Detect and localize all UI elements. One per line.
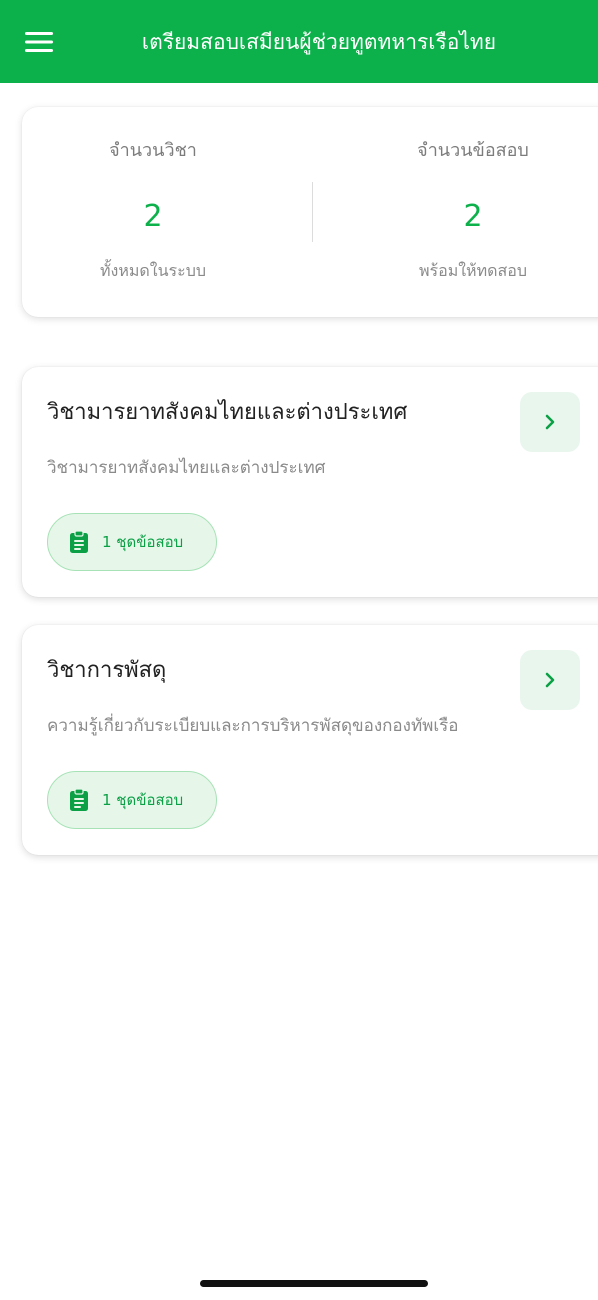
exam-count-label: 1 ชุดข้อสอบ xyxy=(102,791,184,809)
subject-card[interactable]: วิชามารยาทสังคมไทยและต่างประเทศ วิชามารย… xyxy=(22,367,598,597)
exam-count-label: 1 ชุดข้อสอบ xyxy=(102,533,184,551)
app-title: เตรียมสอบเสมียนผู้ช่วยทูตทหารเรือไทย xyxy=(141,30,497,54)
exam-count-badge: 1 ชุดข้อสอบ xyxy=(47,513,217,571)
open-subject-button[interactable] xyxy=(520,392,580,452)
stats-card: จำนวนวิชา 2 ทั้งหมดในระบบ จำนวนข้อสอบ 2 … xyxy=(22,107,598,317)
exam-count-badge: 1 ชุดข้อสอบ xyxy=(47,771,217,829)
subject-description: ความรู้เกี่ยวกับระเบียบและการบริหารพัสดุ… xyxy=(47,716,459,736)
open-subject-button[interactable] xyxy=(520,650,580,710)
stat-exams-label: จำนวนข้อสอบ xyxy=(417,140,529,161)
clipboard-icon xyxy=(68,530,90,554)
stat-subjects: จำนวนวิชา 2 ทั้งหมดในระบบ xyxy=(28,107,278,317)
stat-exams-caption: พร้อมให้ทดสอบ xyxy=(418,261,528,280)
home-indicator[interactable] xyxy=(200,1280,428,1287)
stats-divider xyxy=(312,182,313,242)
chevron-right-icon xyxy=(545,672,555,688)
app-bar: เตรียมสอบเสมียนผู้ช่วยทูตทหารเรือไทย xyxy=(0,0,598,83)
stat-exams-value: 2 xyxy=(463,199,483,234)
stat-subjects-caption: ทั้งหมดในระบบ xyxy=(99,261,207,280)
clipboard-icon xyxy=(68,788,90,812)
menu-button[interactable] xyxy=(22,28,56,56)
subject-title: วิชาการพัสดุ xyxy=(47,658,167,683)
subject-description: วิชามารยาทสังคมไทยและต่างประเทศ xyxy=(47,458,326,478)
chevron-right-icon xyxy=(545,414,555,430)
hamburger-menu-icon xyxy=(25,32,53,52)
stat-subjects-label: จำนวนวิชา xyxy=(109,140,197,161)
stat-subjects-value: 2 xyxy=(143,199,163,234)
subject-title: วิชามารยาทสังคมไทยและต่างประเทศ xyxy=(47,400,408,425)
app-screen: เตรียมสอบเสมียนผู้ช่วยทูตทหารเรือไทย จำน… xyxy=(0,0,598,1300)
subject-card[interactable]: วิชาการพัสดุ ความรู้เกี่ยวกับระเบียบและก… xyxy=(22,625,598,855)
stat-exams: จำนวนข้อสอบ 2 พร้อมให้ทดสอบ xyxy=(348,107,598,317)
